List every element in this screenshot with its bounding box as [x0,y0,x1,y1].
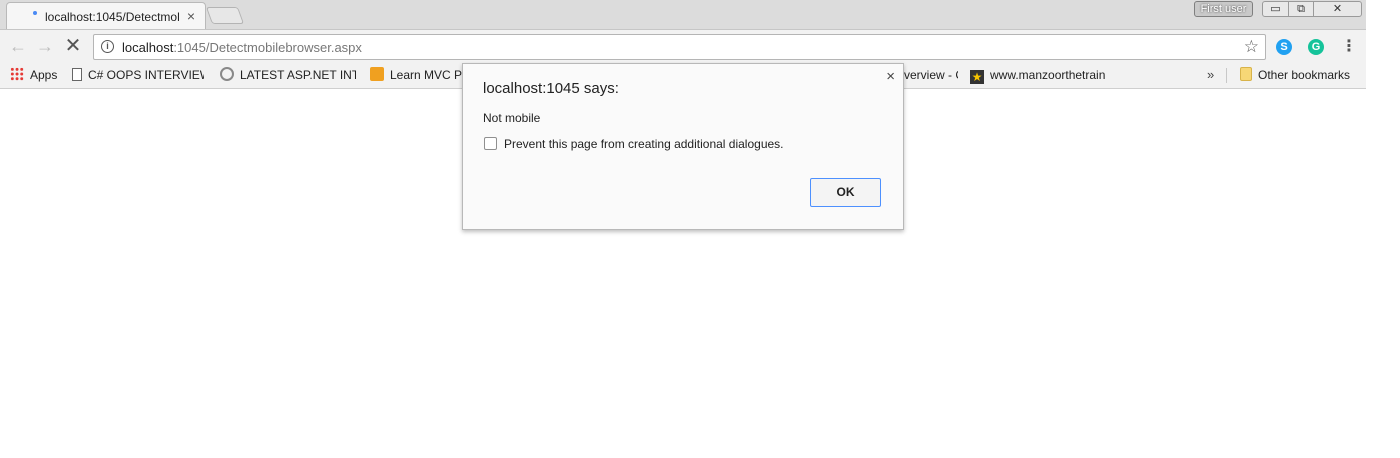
site-info-icon[interactable]: i [101,40,114,53]
bookmark-overview[interactable]: verview - C [904,67,958,84]
bookmark-label: www.manzoorthetrain [990,68,1106,82]
bookmark-label: Apps [30,68,58,82]
bookmark-apps[interactable]: Apps [10,67,62,84]
grammarly-extension-icon[interactable]: G [1308,39,1324,55]
browser-toolbar: ← → ✕ i localhost:1045/Detectmobilebrows… [0,30,1366,63]
bookmark-label: C# OOPS INTERVIEW [88,68,204,82]
address-bar[interactable]: i localhost:1045/Detectmobilebrowser.asp… [93,34,1266,60]
tab-active[interactable]: localhost:1045/Detectmobilebrowser.aspx … [6,2,206,29]
bookmark-manzoorthetrainer[interactable]: ★ www.manzoorthetrain [970,67,1110,84]
dialog-message: Not mobile [483,111,541,125]
browser-menu-icon[interactable]: ⋮ [1341,37,1357,57]
bookmark-other[interactable]: Other bookmarks [1240,67,1356,84]
dialog-title: localhost:1045 says: [483,80,619,97]
tab-title: localhost:1045/Detectmobilebrowser.aspx [45,10,179,24]
dialog-close-icon[interactable]: × [886,68,895,85]
profile-button[interactable]: First user [1194,1,1253,17]
loading-favicon-icon [33,11,37,15]
url-host: localhost [122,40,174,55]
star-favicon-icon: ★ [970,70,984,84]
more-bookmarks-chevron-icon[interactable]: » [1207,67,1214,82]
bookmark-label: Learn MVC Pr [390,68,462,82]
prevent-dialogs-checkbox[interactable] [484,137,497,150]
maximize-window-button[interactable]: ⧉ [1288,1,1314,17]
url-path: :1045/Detectmobilebrowser.aspx [173,40,362,55]
target-icon [220,67,234,81]
bookmark-label: verview - C [904,68,958,82]
forward-button[interactable]: → [35,36,55,56]
tab-strip: localhost:1045/Detectmobilebrowser.aspx … [0,0,1366,30]
back-button[interactable]: ← [8,36,28,56]
bookmark-learn-mvc[interactable]: Learn MVC Pr [370,67,462,84]
bookmark-label: Other bookmarks [1258,68,1351,82]
apps-grid-icon [10,67,24,81]
orange-favicon-icon [370,67,384,81]
bookmark-label: LATEST ASP.NET INTE [240,68,356,82]
stop-loading-button[interactable]: ✕ [63,36,83,56]
prevent-dialogs-label[interactable]: Prevent this page from creating addition… [504,137,784,151]
minimize-window-button[interactable]: ▭ [1262,1,1289,17]
folder-icon [1240,67,1252,81]
alert-dialog: × localhost:1045 says: Not mobile Preven… [462,63,904,230]
bookmark-star-icon[interactable]: ☆ [1244,37,1259,57]
tab-close-icon[interactable]: × [183,8,199,24]
bookmark-latest-aspnet[interactable]: LATEST ASP.NET INTE [220,67,356,84]
bookmark-csharp-oops[interactable]: C# OOPS INTERVIEW [72,67,204,84]
page-icon [72,68,82,81]
bookmarks-divider [1226,68,1227,83]
skype-extension-icon[interactable]: S [1276,39,1292,55]
close-window-button[interactable]: ✕ [1313,1,1362,17]
ok-button[interactable]: OK [810,178,881,207]
url-text[interactable]: localhost:1045/Detectmobilebrowser.aspx [122,40,362,55]
new-tab-button[interactable] [205,7,245,24]
